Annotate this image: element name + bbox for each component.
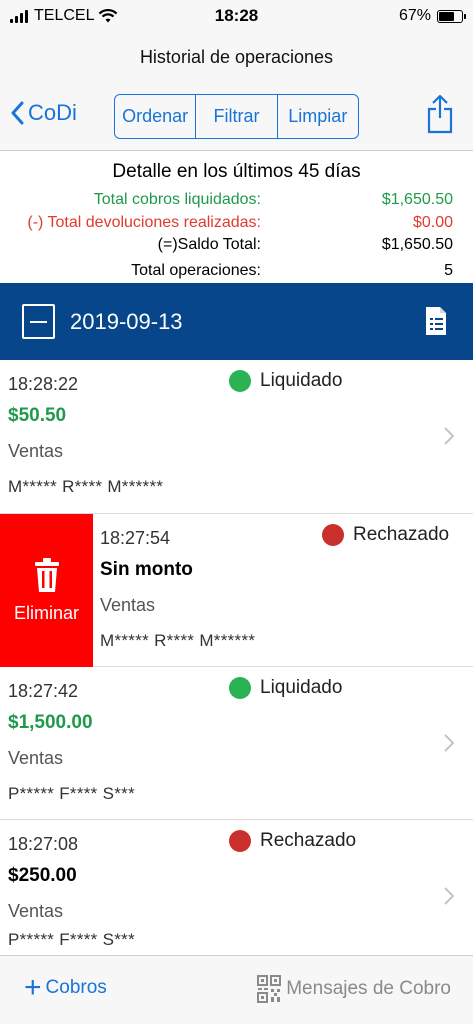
status-badge: Liquidado [229,677,342,699]
operation-time: 18:27:42 [8,681,79,701]
status-badge: Rechazado [229,830,356,852]
date-group-header: 2019-09-13 [0,283,473,360]
list-item[interactable]: 18:28:22 Liquidado $50.50 Ventas M***** … [0,360,473,514]
list-item[interactable]: 18:27:08 Rechazado $250.00 Ventas P*****… [0,820,473,955]
operation-time: 18:28:22 [8,374,79,394]
status-dot-icon [229,830,251,852]
navigation-bar: Historial de operaciones CoDi Ordenar Fi… [0,34,473,151]
group-date: 2019-09-13 [70,309,183,334]
operation-amount: Sin monto [100,559,193,580]
filter-button[interactable]: Filtrar [196,95,278,138]
status-badge: Rechazado [322,524,449,546]
chevron-left-icon [11,101,24,125]
clear-button[interactable]: Limpiar [278,95,358,138]
operation-category: Ventas [8,441,64,461]
qr-code-icon [257,975,282,1003]
cobros-button[interactable]: + Cobros [24,971,107,1004]
status-label: Rechazado [353,524,450,545]
delete-label: Eliminar [13,603,79,623]
summary-value: $1,650.50 [381,191,453,208]
battery-icon [437,9,466,23]
summary-label: Total cobros liquidados: [93,191,261,208]
summary-heading: Detalle en los últimos 45 días [112,161,361,182]
segmented-control: Ordenar Filtrar Limpiar [114,94,359,139]
list-item[interactable]: Eliminar 18:27:54 Rechazado Sin monto Ve… [0,514,473,667]
summary-label: Total operaciones: [131,262,261,279]
share-button[interactable] [427,94,453,139]
operation-payer: P***** F**** S*** [8,930,135,949]
collapse-button[interactable] [22,304,55,339]
summary-value: 5 [444,262,453,279]
cobros-label: Cobros [45,977,107,998]
status-badge: Liquidado [229,370,342,392]
operation-payer: M***** R**** M****** [100,631,256,650]
status-label: Liquidado [260,677,343,698]
trash-icon [34,558,59,592]
operation-time: 18:27:08 [8,834,79,854]
page-title: Historial de operaciones [139,47,334,67]
summary-panel: Detalle en los últimos 45 días Total cob… [0,151,473,283]
operation-amount: $250.00 [8,865,77,886]
operation-category: Ventas [8,748,64,768]
summary-label: (=)Saldo Total: [157,236,261,253]
status-dot-icon [322,524,344,546]
back-button[interactable]: CoDi [10,100,77,126]
summary-label: (-) Total devoluciones realizadas: [27,214,261,231]
operation-amount: $50.50 [8,405,67,426]
operation-amount: $1,500.00 [8,712,93,733]
list-item[interactable]: 18:27:42 Liquidado $1,500.00 Ventas P***… [0,667,473,820]
payment-messages-button[interactable]: Mensajes de Cobro [257,975,451,1003]
chevron-right-icon [444,887,455,905]
operation-time: 18:27:54 [100,528,171,548]
operation-payer: P***** F**** S*** [8,784,135,803]
sort-button[interactable]: Ordenar [115,95,197,138]
battery-percent: 67% [398,7,431,24]
operation-category: Ventas [8,901,64,921]
document-icon [426,307,446,335]
status-dot-icon [229,677,251,699]
plus-icon: + [24,971,42,1004]
status-dot-icon [229,370,251,392]
delete-button[interactable]: Eliminar [0,514,93,667]
status-label: Liquidado [260,370,343,391]
operation-category: Ventas [100,595,156,615]
report-button[interactable] [424,305,448,342]
status-label: Rechazado [260,830,357,851]
bottom-toolbar: + Cobros Mensajes de Cobro [0,955,473,1024]
payment-messages-label: Mensajes de Cobro [286,978,451,999]
chevron-right-icon [444,427,455,445]
share-icon [427,94,453,134]
summary-value: $0.00 [412,214,453,231]
back-label: CoDi [28,100,77,125]
chevron-right-icon [444,734,455,752]
operation-payer: M***** R**** M****** [8,477,164,496]
summary-value: $1,650.50 [381,236,453,253]
battery: 67% [398,7,466,25]
status-bar: TELCEL 18:28 67% [0,0,473,34]
